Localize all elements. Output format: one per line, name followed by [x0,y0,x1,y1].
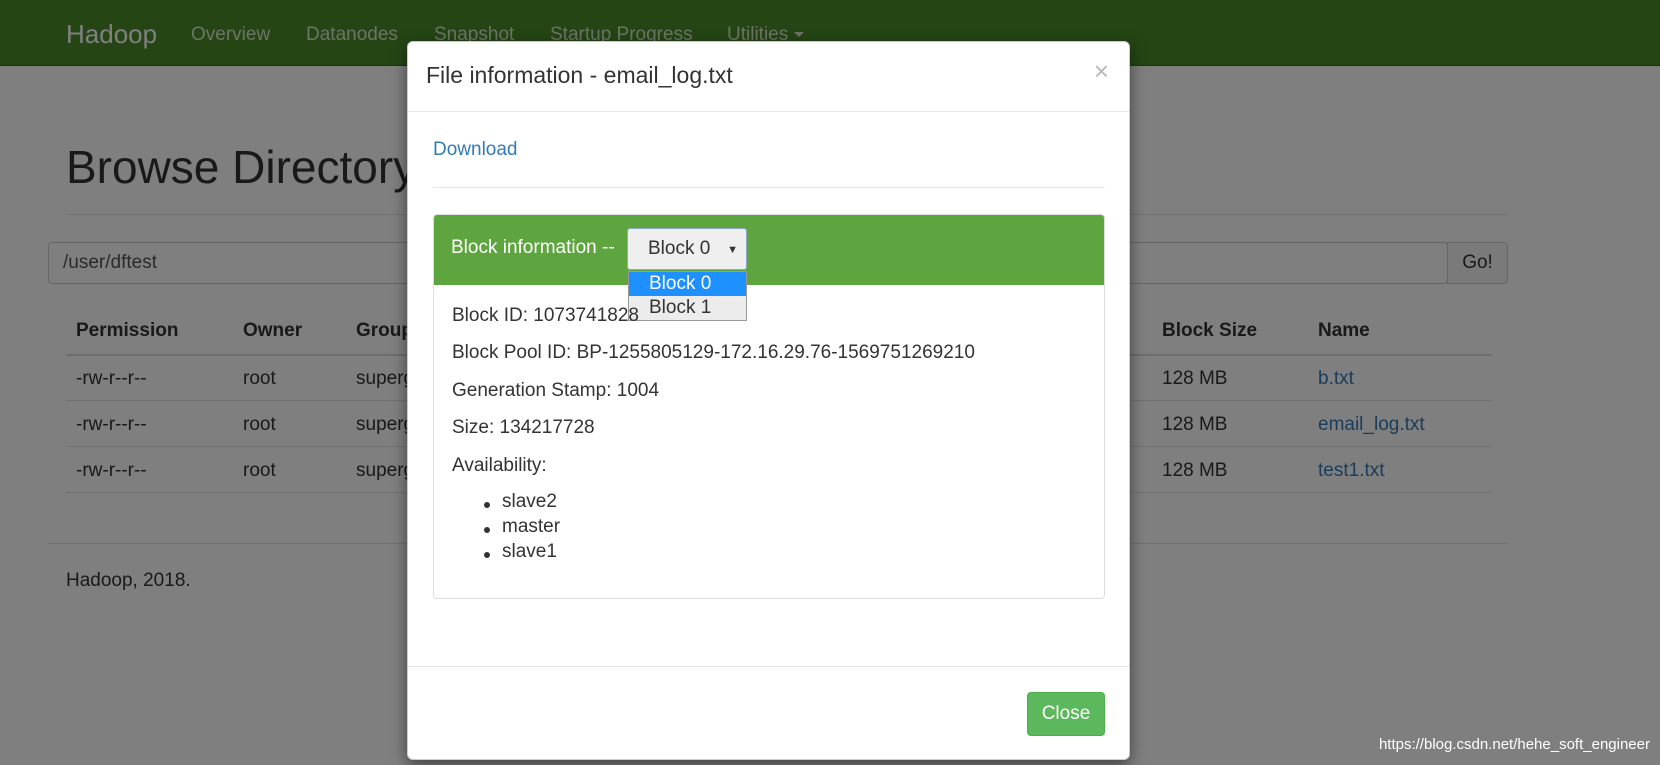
list-item: master [502,516,561,537]
block-dropdown-list: Block 0 Block 1 [628,271,747,321]
block-pool-id: Block Pool ID: BP-1255805129-172.16.29.7… [452,342,975,363]
block-info-panel: Block information -- Block 0 ▼ Block 0 B… [433,214,1105,599]
modal-title: File information - email_log.txt [426,62,733,88]
download-divider [433,187,1105,188]
bullet-icon [484,552,490,558]
bullet-icon [484,527,490,533]
block-select-value: Block 0 [648,238,711,259]
bullet-icon [484,502,490,508]
dropdown-option-block-1[interactable]: Block 1 [629,296,746,320]
panel-heading: Block information -- Block 0 ▼ Block 0 B… [434,215,1104,321]
file-info-modal: File information - email_log.txt × Downl… [407,41,1130,760]
close-icon[interactable]: × [1094,58,1109,84]
watermark-text: https://blog.csdn.net/hehe_soft_engineer [1378,736,1650,753]
list-item: slave1 [502,541,557,562]
block-size-value: Size: 134217728 [452,417,595,438]
dropdown-option-block-0[interactable]: Block 0 [629,272,746,296]
list-item: slave2 [502,491,557,512]
dropdown-arrow-icon: ▼ [727,244,738,256]
download-link[interactable]: Download [433,139,518,161]
block-info-heading: Block information -- [451,237,615,258]
close-button[interactable]: Close [1027,692,1105,736]
block-select[interactable]: Block 0 ▼ [627,228,747,270]
modal-header-divider [408,111,1129,112]
block-id: Block ID: 1073741828 [452,305,639,326]
availability-label: Availability: [452,455,547,476]
generation-stamp: Generation Stamp: 1004 [452,380,660,401]
modal-footer-divider [408,666,1129,667]
